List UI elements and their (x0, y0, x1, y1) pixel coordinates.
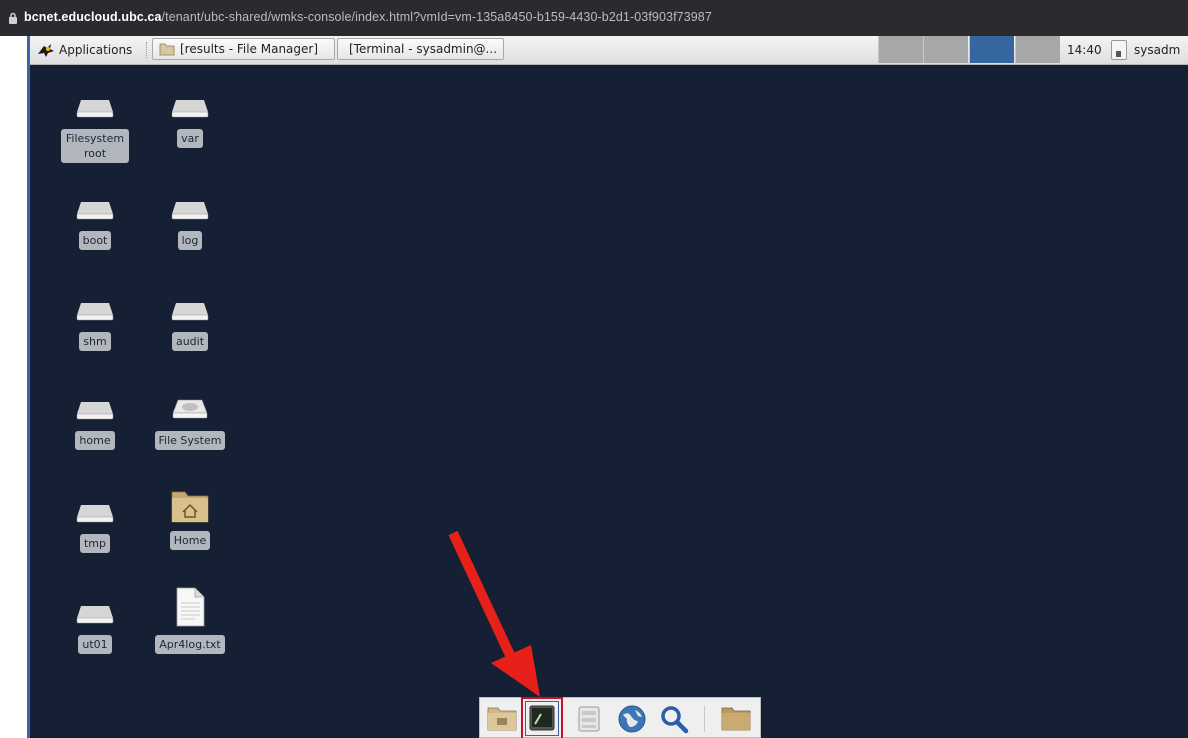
desktop-icon-label: audit (171, 332, 209, 351)
show-desktop-icon[interactable] (486, 704, 518, 732)
drive-icon (171, 202, 209, 220)
panel-clock[interactable]: 14:40 (1067, 43, 1102, 57)
task-label: [results - File Manager] (180, 42, 319, 56)
workspace-2[interactable] (923, 36, 968, 63)
user-menu[interactable]: sysadm (1134, 43, 1180, 57)
url-host: bcnet.educloud.ubc.ca (24, 10, 162, 24)
battery-icon[interactable] (1111, 40, 1127, 60)
desktop-icon-file-system[interactable]: File System (150, 394, 230, 450)
desktop-icon-var[interactable]: var (150, 94, 230, 148)
applications-label: Applications (59, 43, 133, 57)
panel-separator (146, 42, 149, 58)
drive-icon (171, 100, 209, 118)
desktop-icon-filesystem-root[interactable]: Filesystem root (55, 94, 135, 163)
vm-console-screen[interactable]: Applications [results - File Manager] [T… (30, 36, 1188, 738)
task-file-manager[interactable]: [results - File Manager] (152, 38, 335, 60)
drive-icon (76, 202, 114, 220)
applications-menu[interactable]: Applications (36, 40, 132, 60)
desktop-icon-home-folder[interactable]: Home (150, 488, 230, 550)
drive-icon (76, 303, 114, 321)
terminal-focus-box (525, 701, 559, 736)
desktop-icon-shm[interactable]: shm (55, 297, 135, 351)
folder-icon[interactable] (720, 704, 752, 732)
desktop-icon-label: File System (154, 431, 226, 450)
folder-icon (159, 43, 175, 56)
desktop-icon-label: home (75, 431, 115, 450)
workspace-1[interactable] (878, 36, 923, 63)
top-panel: Applications [results - File Manager] [T… (30, 36, 1188, 65)
file-manager-icon[interactable] (577, 705, 601, 733)
drive-icon (171, 303, 209, 321)
desktop-icon-apr4log[interactable]: Apr4log.txt (150, 587, 230, 654)
lock-icon (9, 12, 17, 24)
desktop-icon-label: boot (78, 231, 112, 250)
workspace-4[interactable] (1015, 36, 1060, 63)
desktop-icon-boot[interactable]: boot (55, 196, 135, 250)
desktop-icon-label: var (177, 129, 203, 148)
drive-icon (76, 100, 114, 118)
drive-icon (76, 606, 114, 624)
url-path: /tenant/ubc-shared/wmks-console/index.ht… (161, 10, 712, 24)
desktop-icon-label: shm (79, 332, 111, 351)
desktop-icon-label: Home (169, 531, 211, 550)
url-text[interactable]: bcnet.educloud.ubc.ca/tenant/ubc-shared/… (24, 10, 712, 24)
browser-url-bar[interactable]: bcnet.educloud.ubc.ca/tenant/ubc-shared/… (0, 0, 1188, 36)
bottom-dock (479, 697, 761, 738)
web-browser-icon[interactable] (616, 703, 648, 735)
desktop-icon-label: log (177, 231, 203, 250)
filesystem-icon (172, 399, 208, 419)
drive-icon (76, 402, 114, 420)
console-left-margin (0, 36, 30, 738)
home-folder-icon (171, 491, 209, 523)
desktop-icon-label: tmp (79, 534, 110, 553)
desktop-icon-label: ut01 (78, 635, 112, 654)
text-file-icon (176, 587, 205, 627)
desktop-icon-label: Filesystem root (61, 129, 129, 163)
desktop-icon-label: Apr4log.txt (155, 635, 225, 654)
desktop-icon-audit[interactable]: audit (150, 297, 230, 351)
task-label: [Terminal - sysadmin@... (349, 42, 498, 56)
desktop-icon-tmp[interactable]: tmp (55, 499, 135, 553)
drive-icon (76, 505, 114, 523)
desktop-icon-log[interactable]: log (150, 196, 230, 250)
mouse-logo-icon (38, 44, 54, 57)
workspace-3[interactable] (969, 36, 1014, 63)
dock-separator (704, 706, 705, 732)
task-terminal[interactable]: [Terminal - sysadmin@... (337, 38, 504, 60)
search-icon[interactable] (659, 704, 689, 734)
desktop-icon-home-drive[interactable]: home (55, 396, 135, 450)
desktop-icon-ut01[interactable]: ut01 (55, 600, 135, 654)
